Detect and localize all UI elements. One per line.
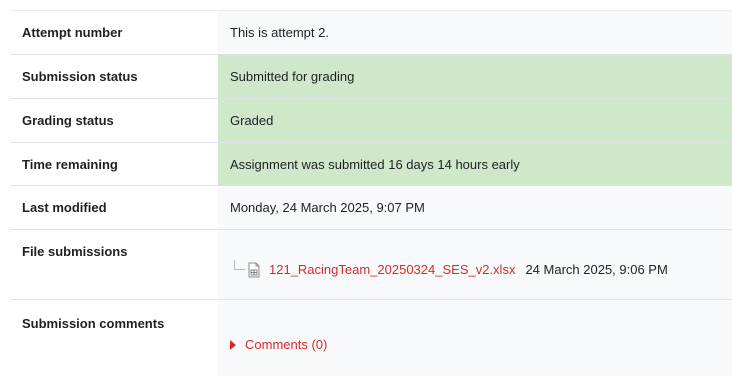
last-modified-label: Last modified bbox=[10, 185, 218, 230]
file-submissions-cell: 121_RacingTeam_20250324_SES_v2.xlsx 24 M… bbox=[218, 229, 732, 300]
file-download-link[interactable]: 121_RacingTeam_20250324_SES_v2.xlsx bbox=[269, 262, 515, 277]
table-row: File submissions 121_RacingTeam_20250324 bbox=[10, 229, 732, 300]
grading-status-value: Graded bbox=[218, 98, 732, 143]
submission-status-table: Attempt number This is attempt 2. Submis… bbox=[10, 10, 732, 376]
spreadsheet-file-icon bbox=[247, 262, 261, 278]
table-row: Grading status Graded bbox=[10, 98, 732, 143]
file-tree-item: 121_RacingTeam_20250324_SES_v2.xlsx 24 M… bbox=[230, 252, 732, 278]
time-remaining-label: Time remaining bbox=[10, 142, 218, 186]
table-row: Submission comments Comments (0) bbox=[10, 299, 732, 376]
time-remaining-value: Assignment was submitted 16 days 14 hour… bbox=[218, 142, 732, 186]
submission-status-value: Submitted for grading bbox=[218, 54, 732, 99]
attempt-number-value: This is attempt 2. bbox=[218, 10, 732, 55]
table-row: Last modified Monday, 24 March 2025, 9:0… bbox=[10, 185, 732, 230]
submission-comments-cell: Comments (0) bbox=[218, 299, 732, 376]
grading-status-label: Grading status bbox=[10, 98, 218, 143]
comments-toggle[interactable]: Comments (0) bbox=[230, 323, 732, 352]
caret-right-icon[interactable] bbox=[230, 339, 236, 350]
table-row: Submission status Submitted for grading bbox=[10, 54, 732, 99]
table-row: Attempt number This is attempt 2. bbox=[10, 10, 732, 55]
submission-status-label: Submission status bbox=[10, 54, 218, 99]
comments-link[interactable]: Comments (0) bbox=[245, 337, 327, 352]
submission-status-panel: Attempt number This is attempt 2. Submis… bbox=[10, 10, 732, 376]
attempt-number-label: Attempt number bbox=[10, 10, 218, 55]
last-modified-value: Monday, 24 March 2025, 9:07 PM bbox=[218, 185, 732, 230]
file-submissions-label: File submissions bbox=[10, 229, 218, 300]
file-date: 24 March 2025, 9:06 PM bbox=[525, 262, 668, 277]
table-row: Time remaining Assignment was submitted … bbox=[10, 142, 732, 186]
submission-comments-label: Submission comments bbox=[10, 299, 218, 376]
tree-branch-line bbox=[234, 259, 245, 270]
